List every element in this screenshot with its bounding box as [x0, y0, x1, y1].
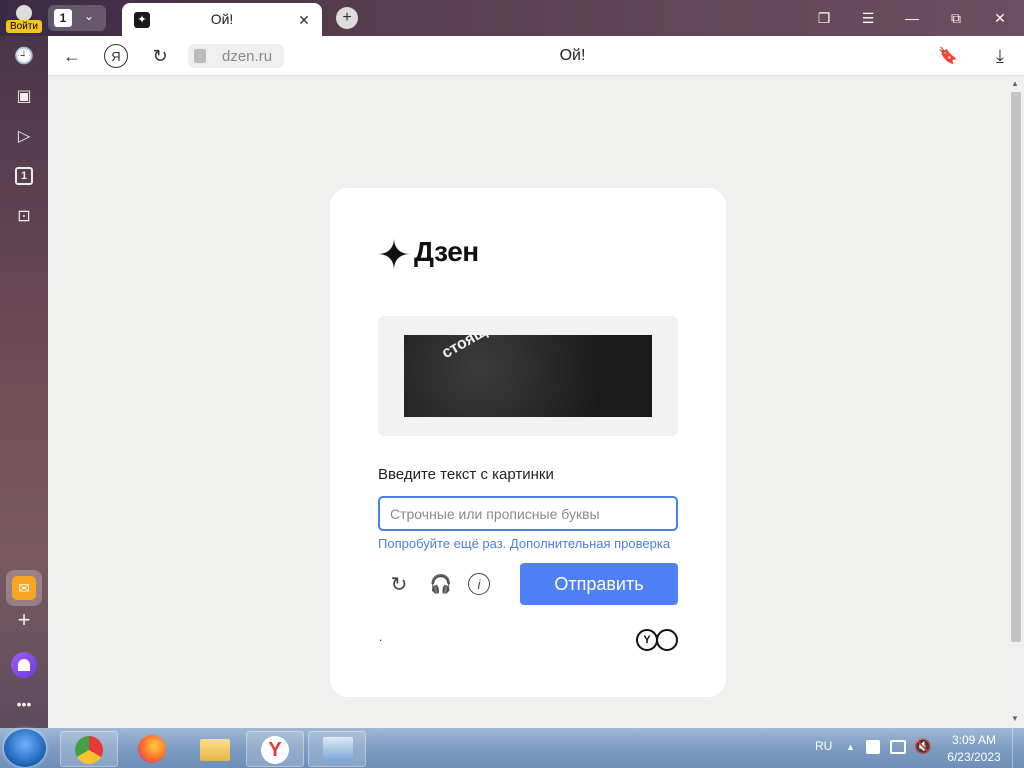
page-title-center: Ой!	[559, 47, 586, 64]
clock-date[interactable]: 6/23/2023	[940, 750, 1008, 764]
tab-count-side-label: 1	[15, 167, 33, 185]
url-field[interactable]: dzen.ru	[188, 44, 284, 68]
tab-count-badge: 1	[54, 9, 72, 27]
taskbar-yandex[interactable]: Y	[246, 731, 304, 767]
volume-muted-icon[interactable]: 🔇	[914, 738, 931, 755]
alice-button[interactable]	[11, 652, 37, 678]
collections-icon[interactable]: ❐	[804, 2, 844, 34]
captcha-image: стоящее надежд	[404, 335, 652, 417]
scroll-up-arrow[interactable]: ▲	[1011, 79, 1019, 88]
download-icon[interactable]: ⤓	[988, 44, 1012, 68]
captcha-text: стоящее надежд	[439, 335, 595, 363]
zen-favicon: ✦	[134, 12, 150, 28]
captcha-input[interactable]	[378, 496, 678, 531]
minimize-icon[interactable]: —	[892, 2, 932, 34]
captcha-prompt: Введите текст с картинки	[378, 466, 554, 483]
reload-icon[interactable]: ↻	[148, 44, 172, 68]
show-desktop-button[interactable]	[1012, 728, 1024, 768]
more-icon[interactable]: •••	[8, 688, 40, 720]
control-panel-icon	[323, 737, 353, 761]
submit-button[interactable]: Отправить	[520, 563, 678, 605]
profile-button[interactable]: Войти	[6, 2, 42, 34]
tab-count-button[interactable]: 1 ⌄	[48, 5, 106, 31]
dzen-logo: Дзен	[378, 236, 498, 270]
screenshot-icon[interactable]: ⊡	[8, 200, 40, 232]
tab-active[interactable]: ✦ Ой! ✕	[122, 3, 322, 36]
chrome-icon	[75, 736, 103, 764]
refresh-captcha-icon[interactable]: ↻	[384, 569, 414, 599]
new-tab-button[interactable]: +	[336, 7, 358, 29]
alice-icon	[18, 659, 30, 671]
smartcaptcha-logo-icon: Y	[636, 629, 680, 651]
start-button[interactable]	[4, 729, 46, 767]
taskbar-firefox[interactable]	[124, 731, 182, 767]
back-icon[interactable]: ←	[60, 44, 84, 68]
history-icon[interactable]: 🕘	[8, 40, 40, 72]
chevron-down-icon: ⌄	[84, 9, 95, 23]
login-badge: Войти	[6, 20, 42, 33]
tab-title: Ой!	[210, 11, 234, 27]
close-window-icon[interactable]: ✕	[980, 2, 1020, 34]
close-tab-icon[interactable]: ✕	[294, 10, 314, 30]
lock-icon[interactable]	[194, 49, 206, 63]
retry-link[interactable]: Попробуйте ещё раз. Дополнительная прове…	[378, 536, 670, 551]
clock-time[interactable]: 3:09 AM	[946, 733, 1002, 747]
scroll-down-arrow[interactable]: ▼	[1011, 714, 1019, 723]
dzen-logo-text: Дзен	[414, 236, 479, 267]
folder-icon	[200, 739, 230, 761]
video-icon[interactable]: ▷	[8, 120, 40, 152]
language-indicator[interactable]: RU	[815, 739, 832, 753]
mail-app-button[interactable]: ✉	[6, 570, 42, 606]
add-panel-icon[interactable]: +	[8, 604, 40, 636]
tab-count-side-icon[interactable]: 1	[8, 160, 40, 192]
network-icon[interactable]	[890, 740, 906, 754]
bookmark-icon[interactable]: 🔖	[936, 44, 960, 68]
restore-icon[interactable]: ⧉	[936, 2, 976, 34]
footer-dot: .	[379, 630, 383, 644]
audio-captcha-icon[interactable]: 🎧	[426, 569, 456, 599]
taskbar-chrome[interactable]	[60, 731, 118, 767]
scrollbar-thumb[interactable]	[1011, 92, 1021, 642]
menu-icon[interactable]: ☰	[848, 2, 888, 34]
tabs-icon[interactable]: ▣	[8, 80, 40, 112]
url-text: dzen.ru	[222, 48, 273, 65]
user-icon	[16, 5, 32, 21]
dzen-logo-icon	[378, 238, 410, 270]
yandex-browser-icon: Y	[261, 736, 289, 764]
tray-expand-icon[interactable]: ▲	[846, 742, 855, 752]
action-center-icon[interactable]	[866, 740, 880, 754]
yandex-icon[interactable]: Я	[104, 44, 128, 68]
firefox-icon	[138, 735, 166, 763]
taskbar-control-panel[interactable]	[308, 731, 366, 767]
mail-icon: ✉	[12, 576, 36, 600]
taskbar-explorer[interactable]	[186, 731, 244, 767]
info-icon[interactable]: i	[468, 573, 490, 595]
